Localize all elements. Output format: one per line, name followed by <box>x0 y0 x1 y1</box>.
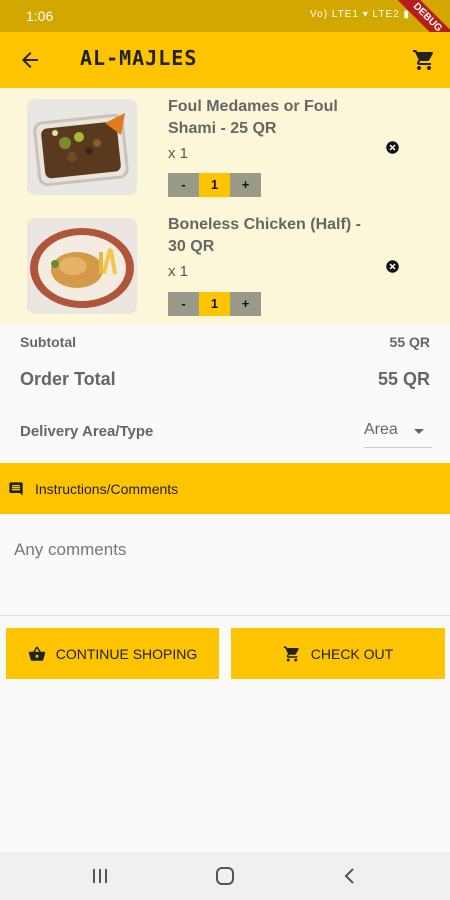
cart-list: Foul Medames or Foul Shami - 25 QR x 1 -… <box>0 88 450 324</box>
instructions-label: Instructions/Comments <box>35 481 179 497</box>
item-quantity: x 1 <box>168 263 189 280</box>
order-total-label: Order Total <box>20 369 116 389</box>
subtotal-label: Subtotal <box>20 334 76 350</box>
item-name: Foul Medames or Foul Shami - 25 QR <box>168 98 338 137</box>
home-icon <box>216 867 234 885</box>
status-bar: 1:06 Vo) LTE1 ▾ LTE2 ▮ DEBUG <box>0 0 450 56</box>
quantity-stepper: - 1 + <box>168 173 261 197</box>
app-title: AL-MAJLES <box>80 46 198 70</box>
cart-item: Foul Medames or Foul Shami - 25 QR x 1 -… <box>0 88 450 206</box>
item-image-foul-medames <box>27 99 137 195</box>
comment-icon <box>8 481 24 497</box>
decrease-button[interactable]: - <box>168 173 199 197</box>
food-image-chicken <box>27 218 137 314</box>
quantity-value: 1 <box>199 292 230 316</box>
back-nav-button[interactable] <box>338 866 362 886</box>
item-name: Boneless Chicken (Half) - 30 QR <box>168 216 361 255</box>
quantity-value: 1 <box>199 173 230 197</box>
shopping-basket-icon <box>28 645 45 661</box>
food-image-foul <box>27 99 137 195</box>
shopping-cart-icon <box>413 50 434 70</box>
app-bar: AL-MAJLES <box>0 32 450 88</box>
delivery-area-dropdown[interactable]: Area <box>364 418 432 448</box>
cancel-icon <box>386 260 399 273</box>
checkout-button[interactable]: CHECK OUT <box>231 628 445 679</box>
decrease-button[interactable]: - <box>168 292 199 316</box>
recent-apps-button[interactable] <box>88 866 112 886</box>
subtotal-value: 55 QR <box>389 334 430 350</box>
increase-button[interactable]: + <box>230 292 261 316</box>
cancel-icon <box>386 141 399 154</box>
system-nav-bar <box>0 852 450 900</box>
arrow-left-icon <box>22 52 38 68</box>
caret-down-icon <box>414 429 424 434</box>
continue-shopping-label: CONTINUE SHOPING <box>55 645 198 662</box>
item-quantity: x 1 <box>168 145 189 162</box>
delivery-area-value: Area <box>364 421 398 438</box>
cart-item: Boneless Chicken (Half) - 30 QR x 1 - 1 … <box>0 206 450 324</box>
order-total-value: 55 QR <box>377 369 430 389</box>
remove-item-button[interactable] <box>385 259 400 274</box>
item-image-boneless-chicken <box>27 218 137 314</box>
back-button[interactable] <box>18 48 42 72</box>
checkout-label: CHECK OUT <box>310 645 394 662</box>
continue-shopping-button[interactable]: CONTINUE SHOPING <box>6 628 219 679</box>
recent-apps-icon <box>93 869 107 883</box>
comments-input[interactable] <box>14 540 434 560</box>
home-button[interactable] <box>213 866 237 886</box>
cart-button[interactable] <box>412 48 436 72</box>
status-time: 1:06 <box>26 8 54 24</box>
chevron-left-icon <box>344 868 354 884</box>
quantity-stepper: - 1 + <box>168 292 261 316</box>
instructions-header: Instructions/Comments <box>0 463 450 514</box>
increase-button[interactable]: + <box>230 173 261 197</box>
signal-icons: Vo) LTE1 ▾ LTE2 ▮ <box>310 9 410 20</box>
delivery-area-label: Delivery Area/Type <box>20 423 154 440</box>
remove-item-button[interactable] <box>385 140 400 155</box>
comments-area <box>0 514 450 616</box>
shopping-cart-icon <box>283 646 299 661</box>
